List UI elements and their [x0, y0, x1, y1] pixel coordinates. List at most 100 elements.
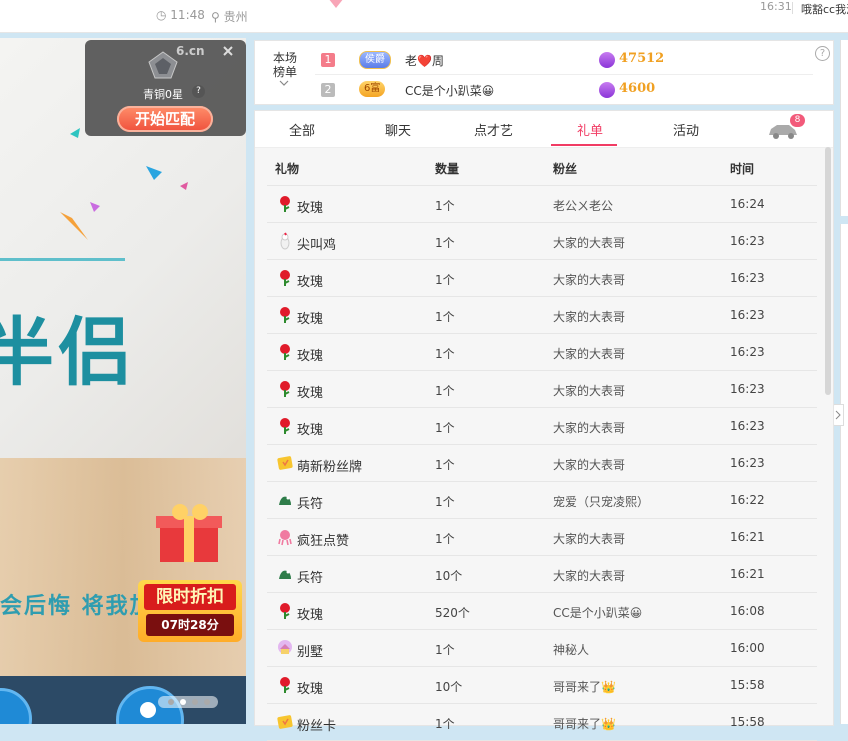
leaderboard-toggle[interactable]: 本场 榜单 — [265, 51, 305, 79]
divider — [792, 2, 793, 14]
banner-sub-text: 会后悔 将我加 — [0, 594, 154, 619]
confetti-icon — [60, 212, 88, 240]
table-row[interactable]: 别墅 1个 神秘人 16:00 — [267, 630, 817, 667]
gift-table: 礼物 数量 粉丝 时间 玫瑰 1个 老公ㄨ老公 16:24 尖叫鸡 1个 大家的大表哥 16:… — [267, 149, 817, 741]
chevron-down-icon[interactable] — [279, 79, 289, 87]
coin-icon — [599, 82, 615, 98]
header-qty: 数量 — [435, 162, 460, 176]
car-badge: 8 — [790, 114, 805, 127]
gift-time: 15:58 — [730, 678, 765, 692]
table-row[interactable]: 尖叫鸡 1个 大家的大表哥 16:23 — [267, 223, 817, 260]
fan-name[interactable]: 哥哥来了👑 — [553, 678, 616, 695]
fan-name[interactable]: 大家的大表哥 — [553, 419, 625, 436]
leader-score: 4600 — [619, 81, 656, 96]
tab-all[interactable]: 全部 — [289, 120, 315, 139]
fan-card-icon — [277, 713, 293, 731]
header-gift: 礼物 — [275, 162, 300, 176]
fan-name[interactable]: 大家的大表哥 — [553, 234, 625, 251]
close-icon[interactable] — [221, 44, 235, 58]
table-row[interactable]: 玫瑰 1个 老公ㄨ老公 16:24 — [267, 186, 817, 223]
table-row[interactable]: 玫瑰 1个 大家的大表哥 16:23 — [267, 371, 817, 408]
table-row[interactable]: 玫瑰 10个 哥哥来了👑 15:58 — [267, 667, 817, 704]
top-right-time: 16:31 — [760, 0, 792, 13]
rank-number: 1 — [321, 53, 335, 67]
start-match-button[interactable]: 开始匹配 — [117, 106, 213, 132]
table-row[interactable]: 玫瑰 1个 大家的大表哥 16:23 — [267, 260, 817, 297]
gift-name: 兵符 — [297, 497, 324, 512]
gift-name: 别墅 — [297, 645, 324, 660]
gift-qty: 1个 — [435, 273, 455, 287]
carousel-dot[interactable] — [204, 699, 210, 705]
divider — [315, 74, 813, 75]
top-location-value: 贵州 — [223, 10, 248, 24]
fan-name[interactable]: 神秘人 — [553, 641, 589, 658]
gift-time: 16:23 — [730, 456, 765, 470]
confetti-icon — [90, 202, 100, 212]
tab-gift-list[interactable]: 礼单 — [577, 120, 603, 139]
top-time: ◷ 11:48 — [156, 8, 205, 22]
tab-activity[interactable]: 活动 — [673, 120, 699, 139]
table-row[interactable]: 兵符 10个 大家的大表哥 16:21 — [267, 556, 817, 593]
fan-name[interactable]: 大家的大表哥 — [553, 308, 625, 325]
table-row[interactable]: 粉丝卡 1个 哥哥来了👑 15:58 — [267, 704, 817, 741]
promo-banner: 限时折扣 07时28分 — [138, 580, 242, 642]
promo-title: 限时折扣 — [144, 584, 236, 610]
leaderboard-row[interactable]: 1 侯爵 老❤️周 47512 — [315, 47, 815, 75]
fan-name[interactable]: 大家的大表哥 — [553, 271, 625, 288]
table-row[interactable]: 玫瑰 1个 大家的大表哥 16:23 — [267, 408, 817, 445]
confetti-icon — [70, 128, 80, 138]
tab-talent[interactable]: 点才艺 — [474, 120, 513, 139]
fan-name[interactable]: 老公ㄨ老公 — [553, 197, 613, 214]
help-icon[interactable]: ? — [815, 46, 830, 61]
gift-qty: 1个 — [435, 495, 455, 509]
table-row[interactable]: 兵符 1个 宠爱（只宠凌熙） 16:22 — [267, 482, 817, 519]
active-tab-indicator — [551, 144, 617, 146]
rank-number: 2 — [321, 83, 335, 97]
gift-time: 16:22 — [730, 493, 765, 507]
carousel-dot-active[interactable] — [180, 699, 186, 705]
carousel-dots[interactable] — [158, 696, 218, 708]
gift-qty: 10个 — [435, 569, 463, 583]
octopus-icon — [277, 528, 293, 546]
gift-time: 15:58 — [730, 715, 765, 729]
table-header: 礼物 数量 粉丝 时间 — [267, 149, 817, 186]
gift-name: 萌新粉丝牌 — [297, 460, 363, 475]
rank-label: 青铜0星 — [143, 88, 183, 101]
tab-chat[interactable]: 聊天 — [385, 120, 411, 139]
fan-name[interactable]: 大家的大表哥 — [553, 530, 625, 547]
dragon-icon — [277, 491, 293, 509]
top-bar: ◷ 11:48 ⚲ 贵州 16:31 哦豁cc我没 — [0, 0, 848, 33]
top-right-text[interactable]: 哦豁cc我没 — [801, 1, 848, 17]
fan-name[interactable]: 大家的大表哥 — [553, 456, 625, 473]
gift-name: 尖叫鸡 — [297, 238, 337, 253]
fan-name[interactable]: 大家的大表哥 — [553, 345, 625, 362]
header-fan: 粉丝 — [553, 162, 578, 176]
gift-name: 粉丝卡 — [297, 719, 337, 734]
table-row[interactable]: 玫瑰 1个 大家的大表哥 16:23 — [267, 334, 817, 371]
gift-qty: 1个 — [435, 236, 455, 250]
table-row[interactable]: 玫瑰 520个 CC是个小趴菜😀 16:08 — [267, 593, 817, 630]
leaderboard-row[interactable]: 2 6富 CC是个小趴菜😀 4600 — [315, 77, 815, 105]
live-video[interactable]: 半侣 会后悔 将我加 6.cn 青铜0星 ? 开始匹配 限时折扣 07时28分 — [0, 38, 246, 724]
dragon-icon — [277, 565, 293, 583]
carousel-dot[interactable] — [192, 699, 198, 705]
help-icon[interactable]: ? — [192, 85, 205, 98]
fan-name[interactable]: 大家的大表哥 — [553, 382, 625, 399]
rose-icon — [277, 676, 293, 694]
promo-widget[interactable]: 限时折扣 07时28分 — [136, 494, 244, 646]
scrollbar[interactable] — [825, 147, 831, 395]
carousel-dot[interactable] — [168, 699, 174, 705]
fan-name[interactable]: 大家的大表哥 — [553, 567, 625, 584]
gift-time: 16:23 — [730, 271, 765, 285]
gift-time: 16:23 — [730, 419, 765, 433]
fan-name[interactable]: 宠爱（只宠凌熙） — [553, 493, 649, 510]
gift-time: 16:21 — [730, 530, 765, 544]
table-row[interactable]: 萌新粉丝牌 1个 大家的大表哥 16:23 — [267, 445, 817, 482]
gift-qty: 1个 — [435, 199, 455, 213]
top-time-value: 11:48 — [170, 8, 205, 22]
rose-icon — [277, 195, 293, 213]
table-row[interactable]: 疯狂点赞 1个 大家的大表哥 16:21 — [267, 519, 817, 556]
fan-name[interactable]: CC是个小趴菜😀 — [553, 604, 642, 621]
gift-name: 疯狂点赞 — [297, 534, 350, 549]
table-row[interactable]: 玫瑰 1个 大家的大表哥 16:23 — [267, 297, 817, 334]
